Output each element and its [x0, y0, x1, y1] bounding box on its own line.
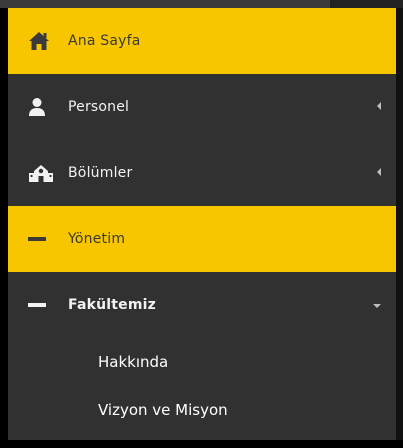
menu-item-label: Ana Sayfa: [68, 33, 141, 49]
caret-down-icon: [372, 297, 382, 313]
page-top-bar: [0, 0, 403, 8]
user-icon: [28, 96, 54, 118]
minus-icon: [28, 294, 54, 316]
menu-item-personel[interactable]: Personel: [8, 74, 396, 140]
submenu-item-label: Vizyon ve Misyon: [98, 401, 228, 419]
minus-icon: [28, 228, 54, 250]
submenu-item-label: Hakkında: [98, 353, 169, 371]
home-icon: [28, 30, 54, 52]
menu-item-label: Personel: [68, 99, 130, 115]
sidebar-menu: Ana Sayfa Personel Bölümler Yönetim Fakü…: [8, 8, 396, 440]
menu-item-fakultemiz[interactable]: Fakültemiz: [8, 272, 396, 338]
menu-item-label: Bölümler: [68, 165, 133, 181]
menu-item-ana-sayfa[interactable]: Ana Sayfa: [8, 8, 396, 74]
submenu-item-vizyon-ve-misyon[interactable]: Vizyon ve Misyon: [8, 386, 396, 434]
top-strip: [0, 0, 330, 8]
caret-left-icon: [376, 99, 382, 115]
menu-item-label: Fakültemiz: [68, 297, 156, 313]
caret-left-icon: [376, 165, 382, 181]
building-icon: [28, 162, 54, 184]
submenu-item-hakkinda[interactable]: Hakkında: [8, 338, 396, 386]
menu-item-label: Yönetim: [68, 231, 126, 247]
menu-item-yonetim[interactable]: Yönetim: [8, 206, 396, 272]
menu-item-bolumler[interactable]: Bölümler: [8, 140, 396, 206]
right-edge: [396, 8, 403, 440]
